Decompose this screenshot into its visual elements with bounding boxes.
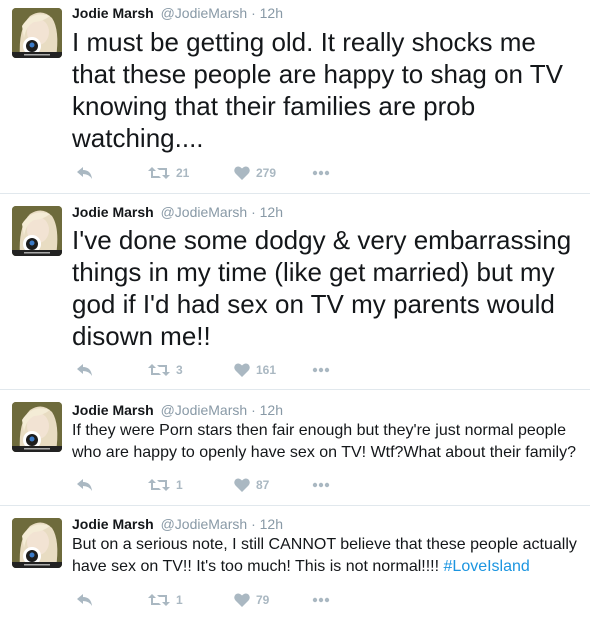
avatar[interactable] [12,206,62,256]
retweet-count: 3 [176,363,183,377]
like-count: 87 [256,478,270,492]
separator-dot: · [251,402,256,418]
retweet-button[interactable]: 3 [148,360,183,380]
tweet[interactable]: Jodie Marsh @JodieMarsh · 12h I must be … [0,0,590,194]
tweet[interactable]: Jodie Marsh @JodieMarsh · 12h If they we… [0,390,590,506]
reply-button[interactable] [76,163,94,183]
author-name[interactable]: Jodie Marsh [72,516,154,532]
like-button[interactable]: 87 [234,475,269,495]
retweet-count: 1 [176,593,183,607]
reply-icon [77,167,92,179]
timestamp[interactable]: 12h [260,204,283,220]
more-icon [312,170,330,176]
like-count: 79 [256,593,270,607]
retweet-icon [148,167,170,179]
author-handle[interactable]: @JodieMarsh [161,5,248,21]
like-button[interactable]: 79 [234,590,269,610]
retweet-count: 1 [176,478,183,492]
like-count: 279 [256,166,277,180]
tweet-text: If they were Porn stars then fair enough… [72,420,582,464]
separator-dot: · [251,516,256,532]
tweet-actions: 3 161 [72,360,372,380]
tweet-feed: Jodie Marsh @JodieMarsh · 12h I must be … [0,0,590,624]
reply-icon [77,479,92,491]
tweet-text-body: If they were Porn stars then fair enough… [72,422,576,461]
like-icon [234,478,250,492]
like-button[interactable]: 279 [234,163,276,183]
avatar[interactable] [12,402,62,452]
retweet-icon [148,479,170,491]
more-icon [312,367,330,373]
more-options-button[interactable] [312,475,330,495]
timestamp[interactable]: 12h [260,516,283,532]
retweet-count: 21 [176,166,190,180]
more-icon [312,597,330,603]
timestamp[interactable]: 12h [260,5,283,21]
tweet-header: Jodie Marsh @JodieMarsh · 12h [72,515,283,533]
tweet[interactable]: Jodie Marsh @JodieMarsh · 12h But on a s… [0,506,590,624]
author-name[interactable]: Jodie Marsh [72,204,154,220]
author-handle[interactable]: @JodieMarsh [161,204,248,220]
tweet-text: I must be getting old. It really shocks … [72,26,582,154]
reply-icon [77,594,92,606]
tweet-text: But on a serious note, I still CANNOT be… [72,534,582,578]
hashtag-link[interactable]: #LoveIsland [444,558,530,575]
retweet-button[interactable]: 1 [148,590,183,610]
author-name[interactable]: Jodie Marsh [72,5,154,21]
retweet-button[interactable]: 21 [148,163,189,183]
separator-dot: · [251,5,256,21]
tweet-header: Jodie Marsh @JodieMarsh · 12h [72,401,283,419]
like-icon [234,593,250,607]
separator-dot: · [251,204,256,220]
tweet-text-body: I've done some dodgy & very embarrassing… [72,225,572,351]
tweet[interactable]: Jodie Marsh @JodieMarsh · 12h I've done … [0,194,590,390]
author-name[interactable]: Jodie Marsh [72,402,154,418]
reply-button[interactable] [76,475,94,495]
retweet-icon [148,594,170,606]
tweet-header: Jodie Marsh @JodieMarsh · 12h [72,4,283,22]
more-options-button[interactable] [312,360,330,380]
tweet-header: Jodie Marsh @JodieMarsh · 12h [72,203,283,221]
more-options-button[interactable] [312,590,330,610]
more-options-button[interactable] [312,163,330,183]
tweet-text: I've done some dodgy & very embarrassing… [72,224,582,352]
tweet-actions: 1 79 [72,590,372,610]
author-handle[interactable]: @JodieMarsh [161,402,248,418]
avatar[interactable] [12,8,62,58]
like-icon [234,166,250,180]
tweet-text-body: I must be getting old. It really shocks … [72,27,563,153]
author-handle[interactable]: @JodieMarsh [161,516,248,532]
retweet-icon [148,364,170,376]
avatar[interactable] [12,518,62,568]
like-count: 161 [256,363,277,377]
reply-button[interactable] [76,360,94,380]
reply-button[interactable] [76,590,94,610]
like-icon [234,363,250,377]
tweet-actions: 1 87 [72,475,372,495]
like-button[interactable]: 161 [234,360,276,380]
retweet-button[interactable]: 1 [148,475,183,495]
more-icon [312,482,330,488]
tweet-actions: 21 279 [72,163,372,183]
reply-icon [77,364,92,376]
timestamp[interactable]: 12h [260,402,283,418]
